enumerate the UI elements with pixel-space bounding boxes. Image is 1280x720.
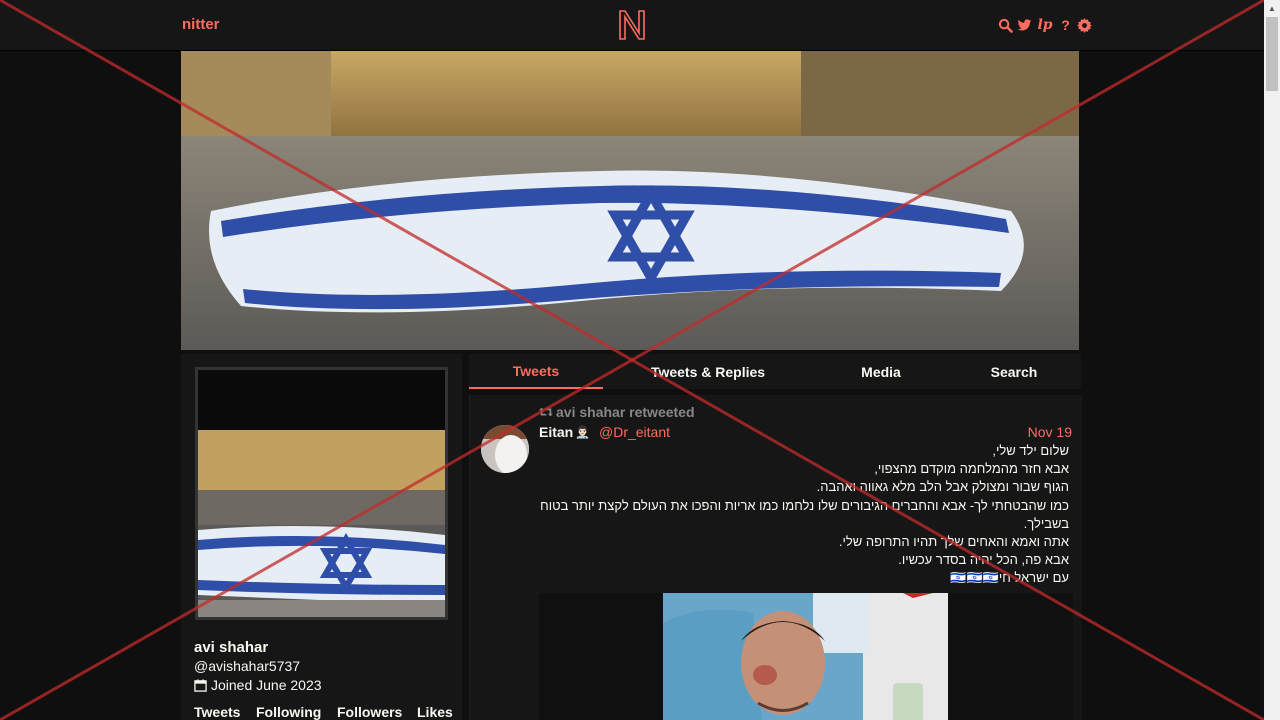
tweet-line: אבא פה, הכל יהיה בסדר עכשיו.: [898, 552, 1069, 568]
stat-followers[interactable]: Followers: [337, 704, 417, 720]
stat-likes[interactable]: Likes: [417, 704, 453, 720]
joined-label: Joined June 2023: [211, 677, 322, 693]
tab-tweets[interactable]: Tweets: [469, 354, 603, 389]
tab-tweets-replies[interactable]: Tweets & Replies: [633, 354, 783, 389]
profile-stats: Tweets Following Followers Likes: [194, 704, 453, 720]
help-icon[interactable]: ?: [1058, 17, 1073, 33]
tweet-media-image[interactable]: [663, 593, 948, 720]
profile-joined-date: Joined June 2023: [194, 677, 322, 693]
stat-following[interactable]: Following: [256, 704, 337, 720]
timeline-tabs: Tweets Tweets & Replies Media Search: [469, 354, 1081, 389]
scroll-up-arrow-icon[interactable]: ▲: [1264, 0, 1280, 16]
profile-avatar[interactable]: [195, 367, 448, 620]
tweet-text: שלום ילד שלי, אבא חזר מהמלחמה מוקדם מהצפ…: [539, 442, 1069, 588]
page-scrollbar[interactable]: ▲: [1264, 0, 1280, 720]
author-badge-emoji: 👨🏻‍⚕️: [575, 425, 590, 439]
tweet-media: [539, 593, 1073, 720]
tweet-line: שלום ילד שלי,: [992, 443, 1069, 458]
lp-icon[interactable]: lp: [1036, 17, 1054, 33]
profile-username[interactable]: @avishahar5737: [194, 658, 300, 674]
tweet-line: כמו שהבטחתי לך- אבא והחברים הגיבורים שלו…: [540, 497, 1069, 531]
retweet-header: avi shahar retweeted: [539, 404, 695, 420]
scroll-thumb[interactable]: [1266, 17, 1278, 91]
retweet-label[interactable]: avi shahar retweeted: [556, 404, 695, 420]
gear-icon[interactable]: [1077, 17, 1092, 33]
tweet-author-fullname[interactable]: Eitan: [539, 424, 573, 440]
nitter-logo-icon[interactable]: [618, 9, 646, 41]
calendar-icon: [194, 678, 207, 692]
top-navbar: nitter lp ?: [0, 0, 1264, 51]
retweet-icon: [539, 407, 553, 417]
profile-banner-image[interactable]: [181, 51, 1079, 350]
tab-media[interactable]: Media: [839, 354, 923, 389]
tweet-author-avatar[interactable]: [481, 425, 529, 473]
twitter-bird-icon[interactable]: [1017, 18, 1032, 33]
tweet-line: אתה ואמא והאחים שלך תהיו התרופה שלי.: [838, 534, 1069, 550]
stat-tweets[interactable]: Tweets: [194, 704, 256, 720]
nitter-home-link[interactable]: nitter: [182, 16, 220, 33]
tab-search[interactable]: Search: [969, 354, 1059, 389]
tweet-line: הגוף שבור ומצולק אבל הלב מלא גאווה ואהבה…: [816, 479, 1069, 495]
profile-card: avi shahar @avishahar5737 Joined June 20…: [181, 354, 462, 720]
tweet-date[interactable]: Nov 19: [1028, 424, 1072, 440]
profile-fullname[interactable]: avi shahar: [194, 639, 268, 656]
timeline: avi shahar retweeted Eitan 👨🏻‍⚕️ @Dr_eit…: [469, 395, 1082, 720]
search-icon[interactable]: [998, 18, 1013, 33]
tweet-line: עם ישראל חי🇮🇱🇮🇱🇮🇱: [950, 570, 1069, 586]
nav-icon-group: lp ?: [998, 16, 1092, 34]
tweet-line: אבא חזר מהמלחמה מוקדם מהצפוי,: [874, 461, 1069, 477]
tweet-author-username[interactable]: @Dr_eitant: [599, 424, 670, 440]
